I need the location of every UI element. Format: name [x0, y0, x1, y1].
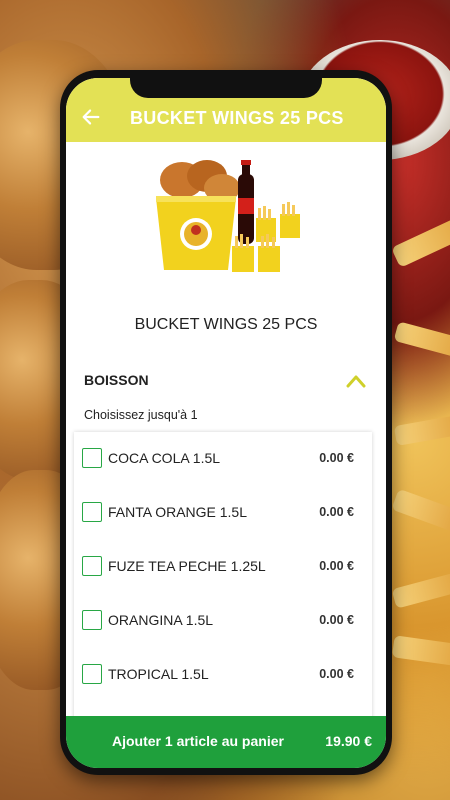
option-row-fanta-orange[interactable]: FANTA ORANGE 1.5L 0.00 €: [74, 486, 372, 540]
checkbox[interactable]: [82, 556, 102, 576]
checkbox[interactable]: [82, 502, 102, 522]
option-row-coca-cola[interactable]: COCA COLA 1.5L 0.00 €: [74, 432, 372, 486]
cart-button-label: Ajouter 1 article au panier: [112, 733, 284, 749]
app-screen: BUCKET WINGS 25 PCS BUCKET WINGS 25 PCS …: [66, 78, 386, 768]
arrow-left-icon[interactable]: [80, 106, 102, 128]
option-price: 0.00 €: [319, 505, 354, 519]
option-price: 0.00 €: [319, 667, 354, 681]
option-label: FUZE TEA PECHE 1.25L: [108, 558, 266, 574]
bucket-meal-image: [156, 160, 300, 272]
option-label: FANTA ORANGE 1.5L: [108, 504, 248, 520]
option-price: 0.00 €: [319, 451, 354, 465]
phone-notch: [130, 70, 322, 98]
option-row-orangina[interactable]: ORANGINA 1.5L 0.00 €: [74, 594, 372, 648]
checkbox[interactable]: [82, 448, 102, 468]
option-label: ORANGINA 1.5L: [108, 612, 214, 628]
checkbox[interactable]: [82, 610, 102, 630]
option-label: COCA COLA 1.5L: [108, 450, 221, 466]
add-to-cart-button[interactable]: Ajouter 1 article au panier 19.90 €: [66, 716, 386, 768]
section-title: BOISSON: [84, 372, 149, 388]
checkbox[interactable]: [82, 664, 102, 684]
option-row-fuze-tea[interactable]: FUZE TEA PECHE 1.25L 0.00 €: [74, 540, 372, 594]
chevron-up-icon[interactable]: [346, 374, 366, 388]
product-title: BUCKET WINGS 25 PCS: [134, 316, 318, 333]
option-price: 0.00 €: [319, 613, 354, 627]
cart-total-price: 19.90 €: [325, 733, 372, 749]
page-title: BUCKET WINGS 25 PCS: [130, 108, 344, 128]
option-price: 0.00 €: [319, 559, 354, 573]
options-list: COCA COLA 1.5L 0.00 € FANTA ORANGE 1.5L …: [74, 432, 372, 722]
section-hint: Choisissez jusqu'à 1: [84, 408, 198, 422]
option-label: TROPICAL 1.5L: [108, 666, 209, 682]
section-header-boisson[interactable]: BOISSON: [66, 358, 386, 402]
option-row-tropical[interactable]: TROPICAL 1.5L 0.00 €: [74, 648, 372, 702]
